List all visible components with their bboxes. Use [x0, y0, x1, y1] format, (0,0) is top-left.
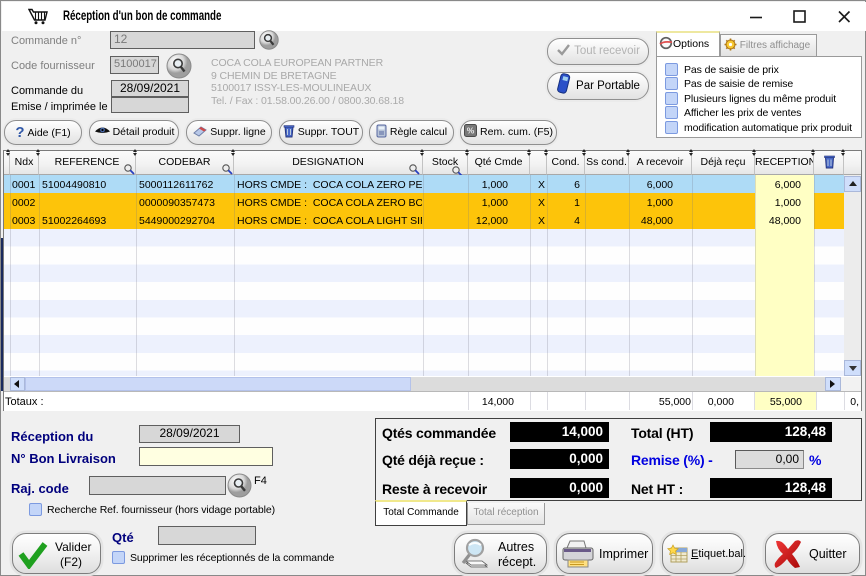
svg-text:%: % — [467, 126, 475, 136]
